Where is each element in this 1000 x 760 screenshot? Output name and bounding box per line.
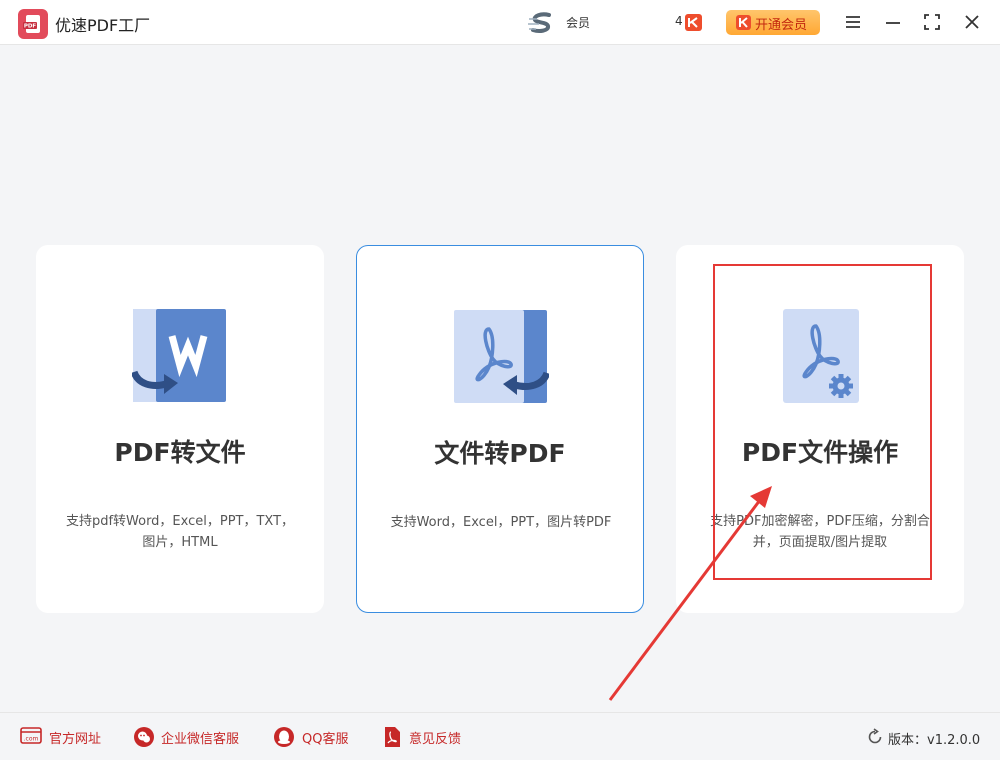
close-icon[interactable] (962, 12, 982, 32)
open-vip-button[interactable]: 开通会员 (726, 10, 820, 35)
title-bar: PDF 优速PDF工厂 会员 4 开通会员 (0, 0, 1000, 45)
card-description-line: 图片，HTML (142, 535, 218, 550)
app-title: 优速PDF工厂 (55, 16, 151, 35)
card-pdf-to-file[interactable]: PDF转文件 支持pdf转Word，Excel，PPT，TXT， 图片，HTML (36, 245, 324, 613)
website-icon: .com (20, 727, 42, 744)
coin-icon (685, 14, 702, 31)
version-label: 版本：v1.2.0.0 (888, 733, 981, 748)
coin-count: 4 (675, 14, 683, 28)
card-description: 支持Word，Excel，PPT，图片转PDF (377, 512, 625, 533)
footer-link-label: 官方网址 (49, 732, 102, 747)
footer-link-label: 意见反馈 (409, 732, 462, 747)
card-title: PDF转文件 (114, 438, 246, 467)
pdf-to-word-icon (132, 309, 226, 402)
vip-icon (736, 15, 751, 30)
svg-text:.com: .com (24, 736, 39, 743)
feedback-icon (385, 727, 400, 747)
member-label[interactable]: 会员 (566, 14, 590, 31)
footer-bar: .com 官方网址 企业微信客服 QQ客服 意见反馈 版本：v1.2.0.0 (0, 712, 1000, 760)
app-logo-text: PDF (24, 24, 37, 30)
menu-icon[interactable] (843, 12, 863, 32)
maximize-icon[interactable] (922, 12, 942, 32)
card-file-to-pdf[interactable]: 文件转PDF 支持Word，Excel，PPT，图片转PDF (356, 245, 644, 613)
app-logo-icon: PDF (18, 9, 48, 39)
annotation-highlight-box (713, 264, 932, 580)
wechat-service-icon (134, 727, 154, 747)
card-description-line: 支持pdf转Word，Excel，PPT，TXT， (65, 514, 295, 529)
card-description: 支持pdf转Word，Excel，PPT，TXT， 图片，HTML (56, 511, 304, 553)
qq-icon (274, 727, 294, 747)
refresh-icon[interactable] (866, 728, 884, 746)
footer-link-label: 企业微信客服 (161, 732, 240, 747)
footer-link-label: QQ客服 (302, 732, 349, 747)
member-avatar-icon[interactable] (527, 11, 557, 35)
card-title: 文件转PDF (434, 439, 566, 468)
minimize-icon[interactable] (883, 12, 903, 32)
card-description-line: 支持Word，Excel，PPT，图片转PDF (390, 515, 612, 530)
open-vip-label: 开通会员 (755, 18, 808, 33)
file-to-pdf-icon (454, 310, 549, 403)
